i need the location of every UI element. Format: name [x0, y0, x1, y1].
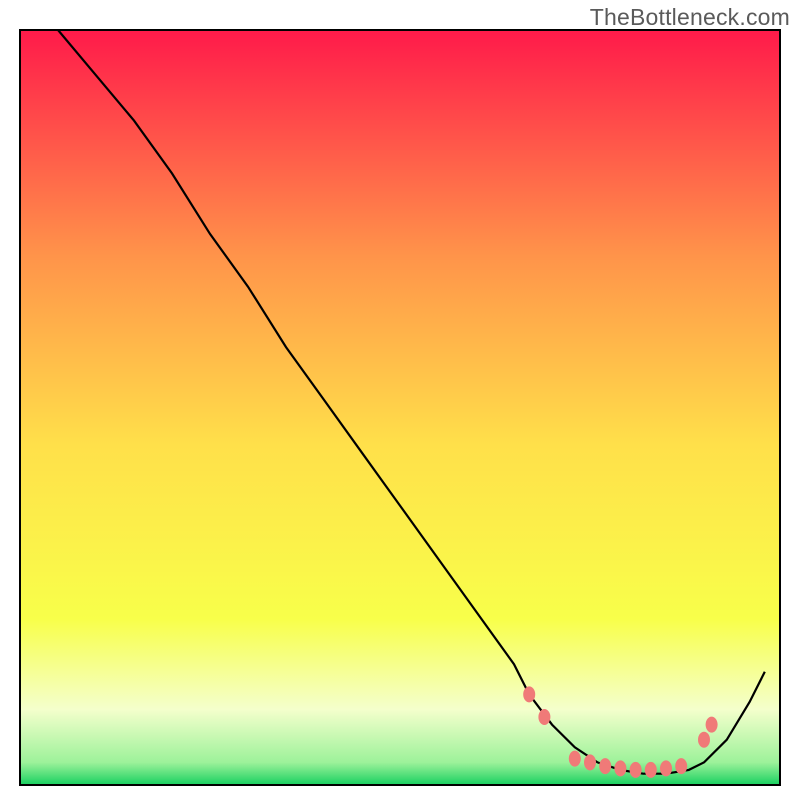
gradient-background: [20, 30, 780, 785]
highlight-marker: [584, 754, 596, 770]
highlight-marker: [706, 717, 718, 733]
highlight-marker: [698, 732, 710, 748]
highlight-marker: [675, 758, 687, 774]
highlight-marker: [660, 760, 672, 776]
watermark-text: TheBottleneck.com: [590, 4, 790, 31]
bottleneck-chart: [0, 0, 800, 800]
highlight-marker: [538, 709, 550, 725]
highlight-marker: [599, 758, 611, 774]
highlight-marker: [523, 686, 535, 702]
highlight-marker: [569, 751, 581, 767]
highlight-marker: [614, 760, 626, 776]
highlight-marker: [630, 762, 642, 778]
chart-container: TheBottleneck.com: [0, 0, 800, 800]
highlight-marker: [645, 762, 657, 778]
